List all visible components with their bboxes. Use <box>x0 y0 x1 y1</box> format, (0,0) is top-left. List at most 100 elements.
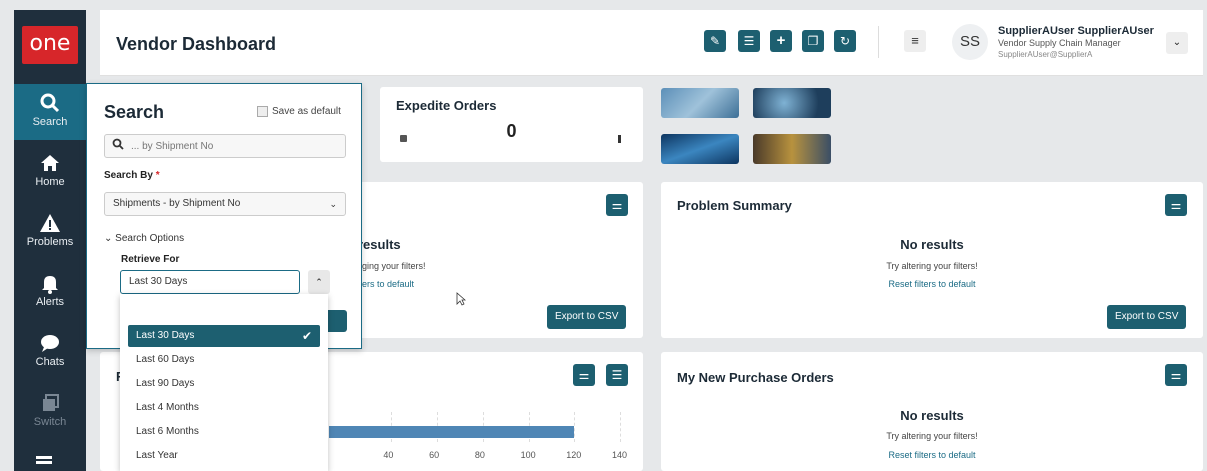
search-input[interactable] <box>104 134 346 158</box>
pencil-icon: ✎ <box>709 34 721 48</box>
check-icon: ✔ <box>301 329 312 343</box>
retrieve-for-toggle[interactable]: ⌃ <box>308 270 330 294</box>
page-title: Vendor Dashboard <box>116 34 277 54</box>
sidebar-item-label: Home <box>35 176 65 188</box>
add-button[interactable]: + <box>770 30 792 52</box>
chevron-down-icon: ⌄ <box>329 199 337 209</box>
dropdown-option[interactable]: Last 90 Days <box>128 373 320 395</box>
export-csv-button[interactable]: Export to CSV <box>547 305 627 329</box>
menu-icon[interactable] <box>36 456 52 468</box>
list-button[interactable]: ☰ <box>738 30 760 52</box>
x-tick-label: 100 <box>520 450 536 460</box>
expedite-orders-count: 0 <box>506 121 517 141</box>
dropdown-option-label: Last 30 Days <box>136 330 195 341</box>
retrieve-for-dropdown: Last 30 Days ✔ Last 60 Days Last 90 Days Las… <box>120 294 328 471</box>
search-icon <box>40 93 60 113</box>
dropdown-option[interactable]: Last 6 Months <box>128 421 320 443</box>
x-tick-label: 60 <box>429 450 440 460</box>
checkbox-icon <box>257 106 268 117</box>
thumbnail-digital[interactable] <box>753 88 831 118</box>
dropdown-option[interactable]: Last Year <box>128 445 320 467</box>
sidebar-item-search[interactable]: Search <box>14 84 86 140</box>
info-icon <box>618 135 621 143</box>
sidebar-item-problems[interactable]: Problems <box>14 204 86 260</box>
search-submit-button[interactable] <box>325 310 347 332</box>
list-icon: ☰ <box>743 34 755 48</box>
sidebar-item-label: Switch <box>33 416 67 428</box>
filter-button[interactable]: ⚌ <box>606 194 628 216</box>
reset-filters-link[interactable]: Reset filters to default <box>661 450 1203 460</box>
sidebar-item-label: Problems <box>26 236 74 248</box>
edit-button[interactable]: ✎ <box>704 30 726 52</box>
chart-gridline <box>620 412 621 442</box>
problem-summary-title: Problem Summary <box>677 198 792 213</box>
copy-button[interactable]: ❐ <box>802 30 824 52</box>
sidebar-item-home[interactable]: Home <box>14 144 86 200</box>
chevron-down-icon: ⌄ <box>1172 37 1182 48</box>
reset-filters-link[interactable]: ers to default <box>362 279 414 289</box>
problem-summary-card: Problem Summary ⚌ No results Try alterin… <box>661 182 1203 338</box>
plus-icon: + <box>776 32 786 49</box>
try-altering-text: ging your filters! <box>362 261 426 271</box>
dropdown-option[interactable]: Last 60 Days <box>128 349 320 371</box>
user-menu-button[interactable]: ⌄ <box>1166 32 1188 54</box>
dropdown-option[interactable]: Last 30 Days ✔ <box>128 325 320 347</box>
chart-bar[interactable] <box>329 426 575 438</box>
search-options-toggle[interactable]: ⌄ Search Options <box>104 233 184 244</box>
sidebar-item-label: Chats <box>35 356 65 368</box>
try-altering-text: Try altering your filters! <box>886 261 978 271</box>
header: Vendor Dashboard ✎ ☰ + ❐ ↻ ≡ SS Supplier… <box>100 10 1203 76</box>
menu-button[interactable]: ≡ <box>904 30 926 52</box>
expedite-orders-card: Expedite Orders 0 <box>380 87 643 162</box>
sidebar-item-chats[interactable]: Chats <box>14 324 86 380</box>
header-divider <box>878 26 879 58</box>
warning-icon <box>40 214 60 232</box>
sidebar-item-label: Alerts <box>35 296 65 308</box>
calendar-icon <box>400 135 407 142</box>
dropdown-option-label: Last 4 Months <box>136 402 199 413</box>
switch-icon <box>43 394 59 411</box>
sidebar-item-alerts[interactable]: Alerts <box>14 264 86 320</box>
filter-button[interactable]: ⚌ <box>1165 194 1187 216</box>
chart-gridline <box>574 412 576 442</box>
dropdown-option[interactable]: Last 4 Months <box>128 397 320 419</box>
home-icon <box>41 155 59 171</box>
thumbnail-technology[interactable] <box>661 88 739 118</box>
purchase-orders-title: My New Purchase Orders <box>677 370 834 385</box>
user-name: SupplierAUser SupplierAUser <box>998 25 1154 37</box>
reset-filters-link[interactable]: Reset filters to default <box>661 279 1203 289</box>
dropdown-option-label: Last 90 Days <box>136 378 195 389</box>
required-marker: * <box>155 170 160 181</box>
refresh-button[interactable]: ↻ <box>834 30 856 52</box>
logo[interactable]: one <box>22 26 78 64</box>
chat-icon <box>41 335 59 352</box>
dropdown-option-label: Last 60 Days <box>136 354 195 365</box>
search-by-select[interactable]: Shipments - by Shipment No ⌄ <box>104 192 346 216</box>
thumbnail-warehouse[interactable] <box>753 134 831 164</box>
hamburger-icon: ≡ <box>911 33 919 48</box>
no-results-text: No results <box>900 237 964 252</box>
export-csv-button[interactable]: Export to CSV <box>1107 305 1187 329</box>
no-results-text: No results <box>900 408 964 423</box>
user-email: SupplierAUser@SupplierA <box>998 50 1093 59</box>
save-as-default-checkbox[interactable]: Save as default <box>257 106 341 117</box>
sidebar: one Search Home Problems Alerts Chats Sw… <box>14 10 86 471</box>
search-by-label: Search By * <box>104 170 160 181</box>
retrieve-for-select[interactable]: Last 30 Days <box>120 270 300 294</box>
sliders-icon: ⚌ <box>1170 368 1182 382</box>
sidebar-item-label: Search <box>32 116 68 128</box>
save-as-default-label: Save as default <box>272 106 341 118</box>
sliders-icon: ⚌ <box>611 198 623 212</box>
user-role: Vendor Supply Chain Manager <box>998 38 1121 48</box>
x-tick-label: 40 <box>383 450 394 460</box>
search-options-label: Search Options <box>115 233 185 244</box>
filter-button[interactable]: ⚌ <box>1165 364 1187 386</box>
thumbnail-network[interactable] <box>661 134 739 164</box>
search-by-value: Shipments - by Shipment No <box>113 198 241 209</box>
refresh-icon: ↻ <box>839 34 851 48</box>
sidebar-item-switch[interactable]: Switch <box>14 384 86 440</box>
avatar[interactable]: SS <box>952 24 988 60</box>
cursor-icon <box>456 292 466 306</box>
retrieve-for-label: Retrieve For <box>121 254 180 265</box>
expedite-orders-title: Expedite Orders <box>396 98 497 113</box>
